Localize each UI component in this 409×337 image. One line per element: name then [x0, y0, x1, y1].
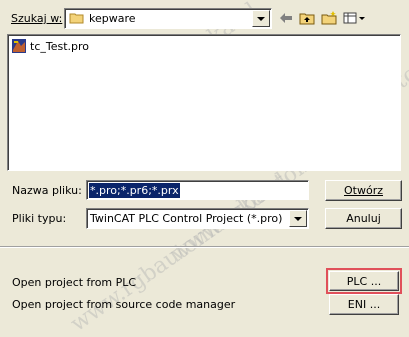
- file-name-input[interactable]: *.pro;*.pr6;*.prx: [86, 180, 309, 200]
- open-from-plc-label: Open project from PLC: [12, 276, 137, 289]
- look-in-label: Szukaj w:: [11, 12, 63, 25]
- new-folder-icon: [321, 11, 337, 25]
- chevron-down-icon: [257, 16, 265, 21]
- look-in-combo[interactable]: kepware: [64, 8, 272, 29]
- plc-button[interactable]: PLC ...: [329, 271, 399, 291]
- file-type-label: Pliki typu:: [12, 212, 67, 225]
- eni-button[interactable]: ENI ...: [329, 294, 399, 315]
- folder-icon: [69, 12, 85, 24]
- separator: [0, 246, 409, 248]
- back-arrow-icon: [280, 13, 292, 23]
- twincat-project-icon: [12, 39, 26, 53]
- file-type-value: TwinCAT PLC Control Project (*.pro): [90, 212, 283, 225]
- file-name-label: Nazwa pliku:: [12, 184, 82, 197]
- look-in-dropdown-button[interactable]: [252, 10, 270, 27]
- up-folder-button[interactable]: [297, 9, 317, 27]
- list-item[interactable]: tc_Test.pro: [11, 38, 89, 54]
- file-type-dropdown-button[interactable]: [289, 210, 307, 227]
- chevron-down-icon: [294, 216, 302, 221]
- new-folder-button[interactable]: [319, 9, 339, 27]
- look-in-folder: kepware: [89, 12, 136, 25]
- file-type-select[interactable]: TwinCAT PLC Control Project (*.pro): [86, 208, 309, 229]
- back-button[interactable]: [276, 9, 296, 27]
- file-name: tc_Test.pro: [30, 39, 90, 53]
- view-menu-icon: [343, 12, 365, 24]
- open-from-scm-label: Open project from source code manager: [12, 298, 236, 311]
- view-menu-button[interactable]: [341, 9, 369, 27]
- file-name-value[interactable]: *.pro;*.pr6;*.prx: [89, 183, 180, 198]
- up-folder-icon: [299, 13, 315, 25]
- file-list[interactable]: tc_Test.pro: [7, 34, 401, 171]
- cancel-button[interactable]: Anuluj: [325, 208, 402, 229]
- open-button[interactable]: Otwórz: [325, 180, 402, 201]
